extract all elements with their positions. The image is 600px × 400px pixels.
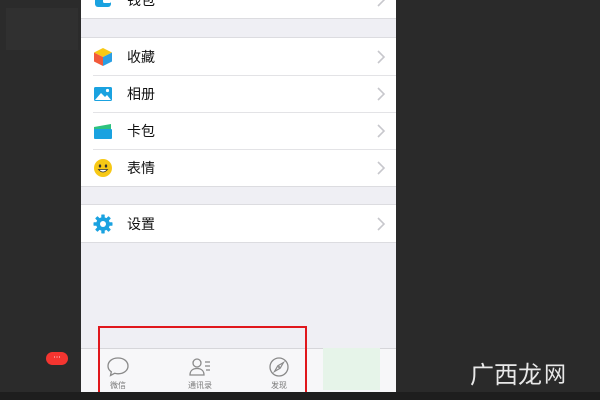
watermark-tld: 网 xyxy=(544,362,567,388)
chevron-right-icon xyxy=(377,86,386,101)
background-right xyxy=(396,0,600,400)
menu-item-wallet[interactable]: 钱包 xyxy=(81,0,396,18)
chevron-right-icon xyxy=(377,0,385,7)
menu-item-settings[interactable]: 设置 xyxy=(81,205,396,242)
favorites-cube-icon xyxy=(93,47,113,67)
menu-item-card-package[interactable]: 卡包 xyxy=(81,112,396,149)
menu-item-stickers[interactable]: 表情 xyxy=(81,149,396,186)
background-patch xyxy=(6,8,78,50)
background-left xyxy=(0,0,81,400)
watermark: 广西龙 网 xyxy=(470,355,566,390)
chevron-right-icon xyxy=(377,123,386,138)
menu-item-label: 相册 xyxy=(127,86,155,103)
menu-item-label: 设置 xyxy=(127,216,155,233)
menu-item-label: 收藏 xyxy=(127,49,155,66)
menu-group-settings: 设置 xyxy=(81,204,396,243)
menu-group-wallet: 钱包 xyxy=(81,0,396,19)
menu-group-main: 收藏 相册 卡包 表情 xyxy=(81,37,396,187)
watermark-text: 广西龙 xyxy=(470,361,542,389)
unread-badge: ··· xyxy=(46,352,68,365)
menu-item-label: 卡包 xyxy=(127,123,155,140)
bottom-strip xyxy=(0,392,600,400)
settings-gear-icon xyxy=(93,214,113,234)
tab-placeholder xyxy=(323,348,380,390)
menu-item-favorites[interactable]: 收藏 xyxy=(81,38,396,75)
chevron-right-icon xyxy=(377,160,386,175)
menu-item-album[interactable]: 相册 xyxy=(81,75,396,112)
album-photo-icon xyxy=(93,84,113,104)
menu-item-label: 表情 xyxy=(127,160,155,177)
highlight-box xyxy=(98,326,307,395)
menu-item-label: 钱包 xyxy=(127,0,155,9)
chevron-right-icon xyxy=(377,216,386,231)
chevron-right-icon xyxy=(377,49,386,64)
wallet-icon xyxy=(93,0,113,10)
emoji-smile-icon xyxy=(93,158,113,178)
card-package-icon xyxy=(93,121,113,141)
